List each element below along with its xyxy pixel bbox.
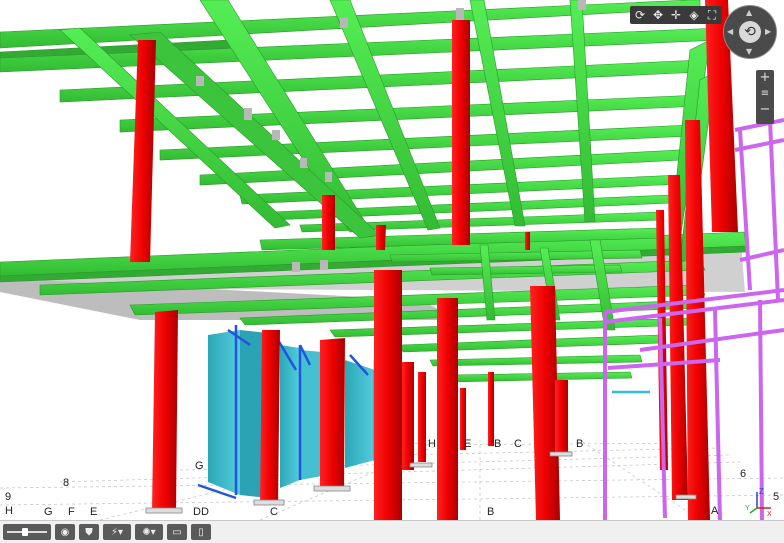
view-toolbar: ⟳ ✥ ✛ ◈ ⛶ — [630, 6, 722, 24]
shield-icon[interactable]: ⛊ — [79, 524, 99, 540]
comment-icon[interactable]: ▭ — [167, 524, 187, 540]
zoom-control: + ≡ − — [756, 70, 774, 124]
grid-label: E — [90, 506, 98, 518]
move-icon[interactable]: ✛ — [668, 7, 684, 23]
3d-viewport[interactable]: H G F E 8 9 G DD C B H E B C B 6 A 5 ⟳ ✥… — [0, 0, 784, 520]
grid-label: G — [44, 506, 53, 518]
axis-z-label: Z — [759, 487, 764, 496]
grid-label: 9 — [5, 491, 12, 503]
arrow-right-icon[interactable]: ▶ — [765, 27, 771, 36]
slider-knob[interactable] — [22, 528, 29, 536]
arrow-down-icon[interactable]: ▼ — [746, 47, 752, 56]
grid-label: H — [428, 438, 436, 450]
arrow-left-icon[interactable]: ◀ — [727, 27, 733, 36]
transparency-slider[interactable] — [3, 524, 51, 540]
document-icon[interactable]: ▯ — [191, 524, 211, 540]
zoom-in-button[interactable]: + — [756, 70, 774, 86]
orbit-icon[interactable]: ⟲ — [739, 21, 761, 43]
grid-label: B — [576, 438, 584, 450]
orbit-icon[interactable]: ⟳ — [632, 7, 648, 23]
axis-gizmo: Z X Y — [745, 487, 772, 516]
grid-label: B — [487, 506, 495, 518]
grid-label: E — [464, 438, 472, 450]
grid-label: B — [494, 438, 502, 450]
navigation-wheel[interactable]: ▲ ▼ ◀ ▶ ⟲ — [724, 6, 776, 58]
grid-label: H — [5, 505, 13, 517]
zoom-slider[interactable]: ≡ — [756, 86, 774, 102]
eye-icon[interactable]: ◉ — [55, 524, 75, 540]
pan-icon[interactable]: ✥ — [650, 7, 666, 23]
grid-label: DD — [193, 506, 209, 518]
section-icon[interactable]: ◈ — [686, 7, 702, 23]
grid-label: A — [711, 505, 719, 517]
axis-y-label: Y — [745, 505, 750, 512]
render-icon[interactable]: ✺▾ — [135, 524, 163, 540]
grid-label: G — [195, 460, 204, 472]
arrow-up-icon[interactable]: ▲ — [746, 8, 752, 17]
grid-label: C — [270, 506, 278, 518]
grid-label: F — [68, 506, 75, 518]
zoom-out-button[interactable]: − — [756, 102, 774, 118]
structural-model[interactable] — [0, 0, 784, 520]
grid-label: 6 — [740, 468, 747, 480]
grid-label: C — [514, 438, 522, 450]
lightning-icon[interactable]: ⚡▾ — [103, 524, 131, 540]
roof-beams[interactable] — [0, 0, 723, 263]
fit-icon[interactable]: ⛶ — [704, 7, 720, 23]
grid-label: 8 — [63, 477, 70, 489]
bottom-toolbar: ◉ ⛊ ⚡▾ ✺▾ ▭ ▯ — [0, 520, 784, 543]
axis-x-label: X — [767, 511, 772, 516]
